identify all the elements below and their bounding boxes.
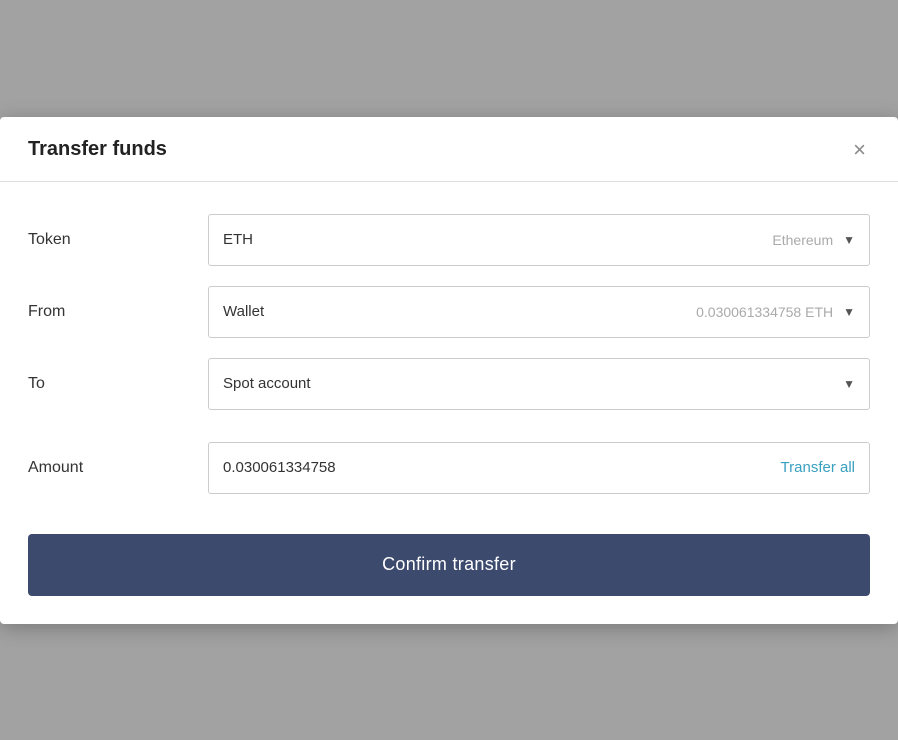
- modal-title: Transfer funds: [28, 138, 167, 161]
- token-row: Token ETH Ethereum ▼: [28, 214, 870, 266]
- modal-body: Token ETH Ethereum ▼ From Wallet 0.03006…: [0, 182, 898, 624]
- from-row: From Wallet 0.030061334758 ETH ▼: [28, 286, 870, 338]
- chevron-down-icon: ▼: [843, 305, 855, 319]
- to-dropdown[interactable]: Spot account ▼: [208, 358, 870, 410]
- amount-label: Amount: [28, 459, 208, 477]
- from-dropdown[interactable]: Wallet 0.030061334758 ETH ▼: [208, 286, 870, 338]
- modal-overlay: Transfer funds × Token ETH Ethereum ▼ Fr…: [0, 0, 898, 740]
- amount-value: 0.030061334758: [223, 459, 336, 476]
- transfer-all-button[interactable]: Transfer all: [781, 459, 855, 476]
- modal-header: Transfer funds ×: [0, 117, 898, 182]
- from-label: From: [28, 303, 208, 321]
- to-label: To: [28, 375, 208, 393]
- token-dropdown[interactable]: ETH Ethereum ▼: [208, 214, 870, 266]
- token-value: ETH: [223, 231, 253, 248]
- token-name: Ethereum: [772, 232, 833, 248]
- amount-field[interactable]: 0.030061334758 Transfer all: [208, 442, 870, 494]
- transfer-modal: Transfer funds × Token ETH Ethereum ▼ Fr…: [0, 117, 898, 624]
- from-balance: 0.030061334758 ETH: [696, 304, 833, 320]
- confirm-transfer-button[interactable]: Confirm transfer: [28, 534, 870, 596]
- close-button[interactable]: ×: [849, 137, 870, 163]
- to-right: ▼: [843, 377, 855, 391]
- chevron-down-icon: ▼: [843, 233, 855, 247]
- token-right: Ethereum ▼: [772, 232, 855, 248]
- spacer: [28, 430, 870, 442]
- from-right: 0.030061334758 ETH ▼: [696, 304, 855, 320]
- to-value: Spot account: [223, 375, 311, 392]
- to-row: To Spot account ▼: [28, 358, 870, 410]
- from-value: Wallet: [223, 303, 264, 320]
- chevron-down-icon: ▼: [843, 377, 855, 391]
- amount-row: Amount 0.030061334758 Transfer all: [28, 442, 870, 494]
- token-label: Token: [28, 231, 208, 249]
